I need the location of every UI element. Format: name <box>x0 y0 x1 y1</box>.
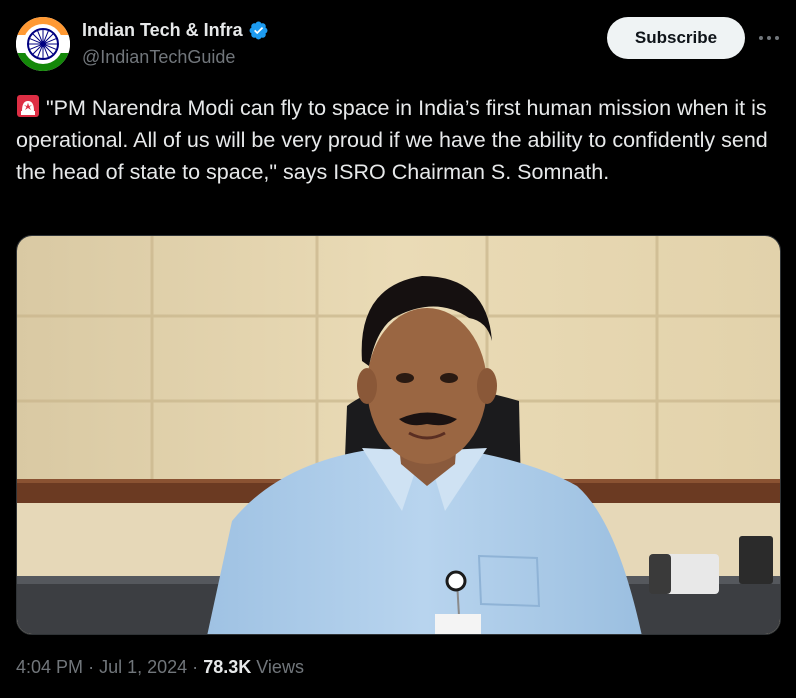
tweet-photo[interactable] <box>16 235 781 635</box>
author-handle[interactable]: @IndianTechGuide <box>82 47 235 68</box>
ellipsis-icon <box>759 36 779 40</box>
subscribe-button[interactable]: Subscribe <box>607 17 745 59</box>
tweet-meta: 4:04 PM · Jul 1, 2024 · 78.3K Views <box>16 657 304 678</box>
tweet-text: "PM Narendra Modi can fly to space in In… <box>16 92 786 188</box>
flag-emblem-icon <box>16 17 70 71</box>
tweet-body: "PM Narendra Modi can fly to space in In… <box>16 96 768 184</box>
tweet: Indian Tech & Infra @IndianTechGuide Sub… <box>0 0 796 698</box>
post-time[interactable]: 4:04 PM <box>16 657 83 677</box>
avatar[interactable] <box>16 17 70 71</box>
meta-separator: · <box>88 657 95 677</box>
views-count[interactable]: 78.3K <box>203 657 251 677</box>
meta-separator-2: · <box>192 657 199 677</box>
verified-badge-icon[interactable] <box>248 20 269 41</box>
views-label: Views <box>256 657 304 677</box>
portrait-photo <box>17 236 780 634</box>
more-options-button[interactable] <box>756 26 782 50</box>
author-name-row[interactable]: Indian Tech & Infra <box>82 20 269 41</box>
rotating-light-icon <box>16 94 40 118</box>
author-name[interactable]: Indian Tech & Infra <box>82 20 243 41</box>
post-date[interactable]: Jul 1, 2024 <box>99 657 187 677</box>
